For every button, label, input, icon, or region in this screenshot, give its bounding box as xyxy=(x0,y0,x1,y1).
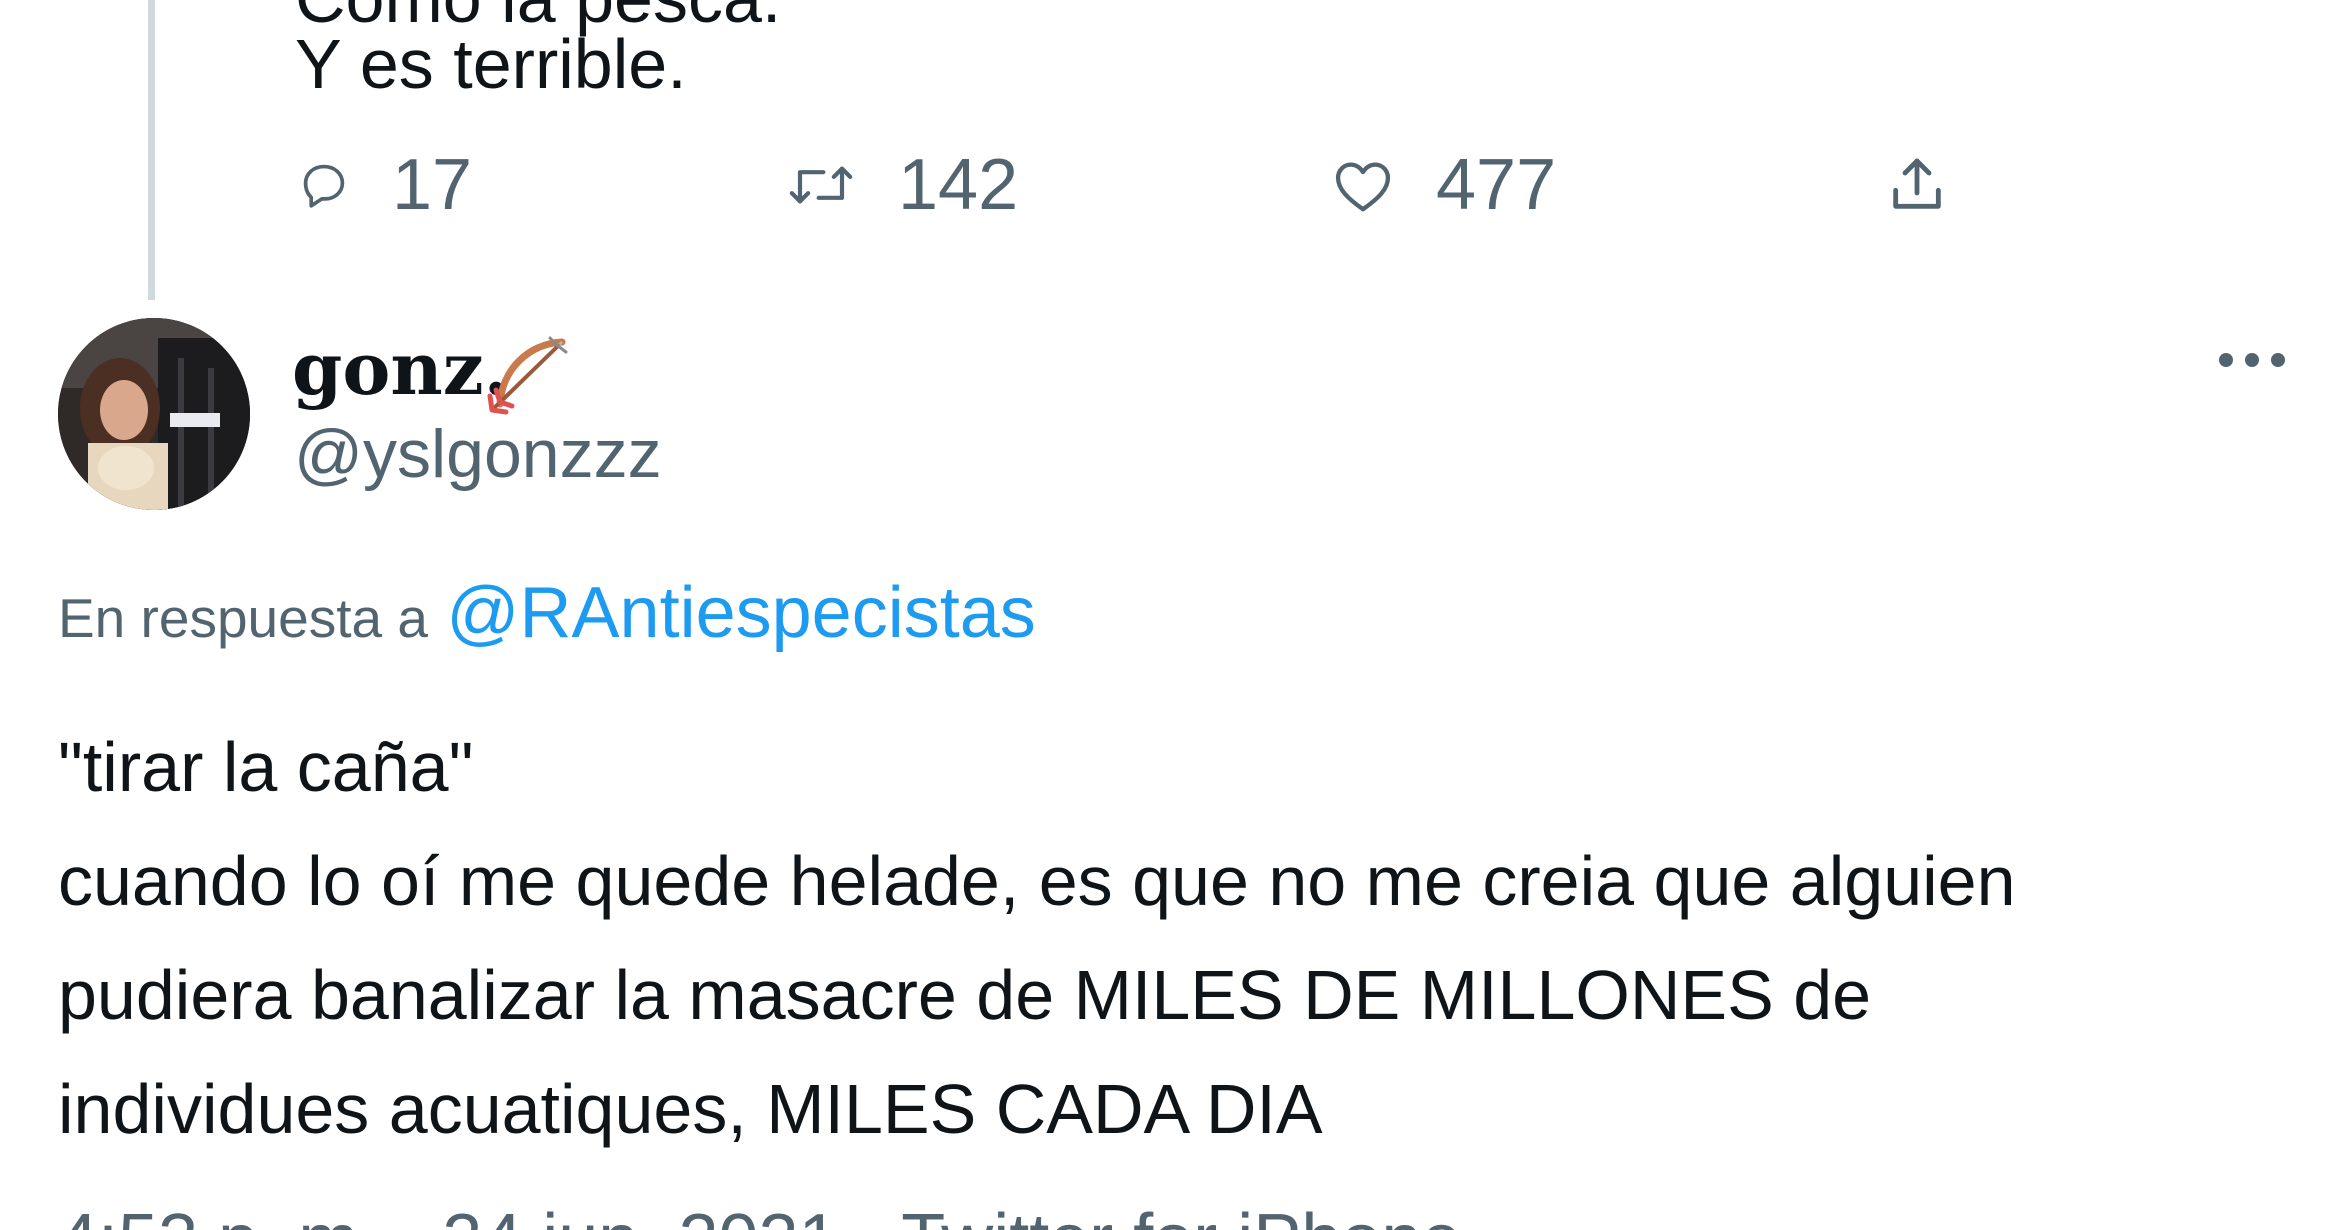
reply-button[interactable]: 17 xyxy=(298,140,472,230)
tweet-body-line: cuando lo oí me quede helade, es que no … xyxy=(58,842,2016,920)
tweet-body-line: "tirar la caña" xyxy=(58,728,474,806)
tweet-body-line: individues acuatiques, MILES CADA DIA xyxy=(58,1070,1323,1148)
tweet-body-line: pudiera banalizar la masacre de MILES DE… xyxy=(58,956,1872,1034)
tweet-body: "tirar la caña" cuando lo oí me quede he… xyxy=(58,710,2308,1166)
more-options-button[interactable] xyxy=(2206,340,2306,380)
author-display-name[interactable]: gonz. xyxy=(292,326,509,412)
thread-connector-line xyxy=(148,0,155,300)
reply-count: 17 xyxy=(392,145,473,225)
like-button[interactable]: 477 xyxy=(1332,140,1556,230)
retweet-icon xyxy=(786,159,856,211)
retweet-button[interactable]: 142 xyxy=(786,140,1018,230)
author-handle[interactable]: @yslgonzzz xyxy=(294,414,662,494)
share-icon xyxy=(1885,153,1949,217)
more-dots-icon xyxy=(2219,353,2285,367)
reply-icon xyxy=(298,159,350,211)
bow-and-arrow-icon xyxy=(480,322,576,418)
heart-icon xyxy=(1332,157,1394,213)
reply-mention-link[interactable]: @RAntiespecistas xyxy=(446,573,1035,653)
share-button[interactable] xyxy=(1885,140,1949,230)
retweet-count: 142 xyxy=(898,145,1019,225)
previous-tweet-text-line-2: Y es terrible. xyxy=(295,25,687,103)
reply-context: En respuesta a @RAntiespecistas xyxy=(58,572,1036,654)
avatar-photo xyxy=(58,318,250,510)
reply-context-prefix: En respuesta a xyxy=(58,587,428,649)
like-count: 477 xyxy=(1436,145,1557,225)
avatar[interactable] xyxy=(58,318,250,510)
tweet-timestamp-source[interactable]: 4:53 p. m. · 24 jun. 2021 · Twitter for … xyxy=(58,1200,1461,1230)
